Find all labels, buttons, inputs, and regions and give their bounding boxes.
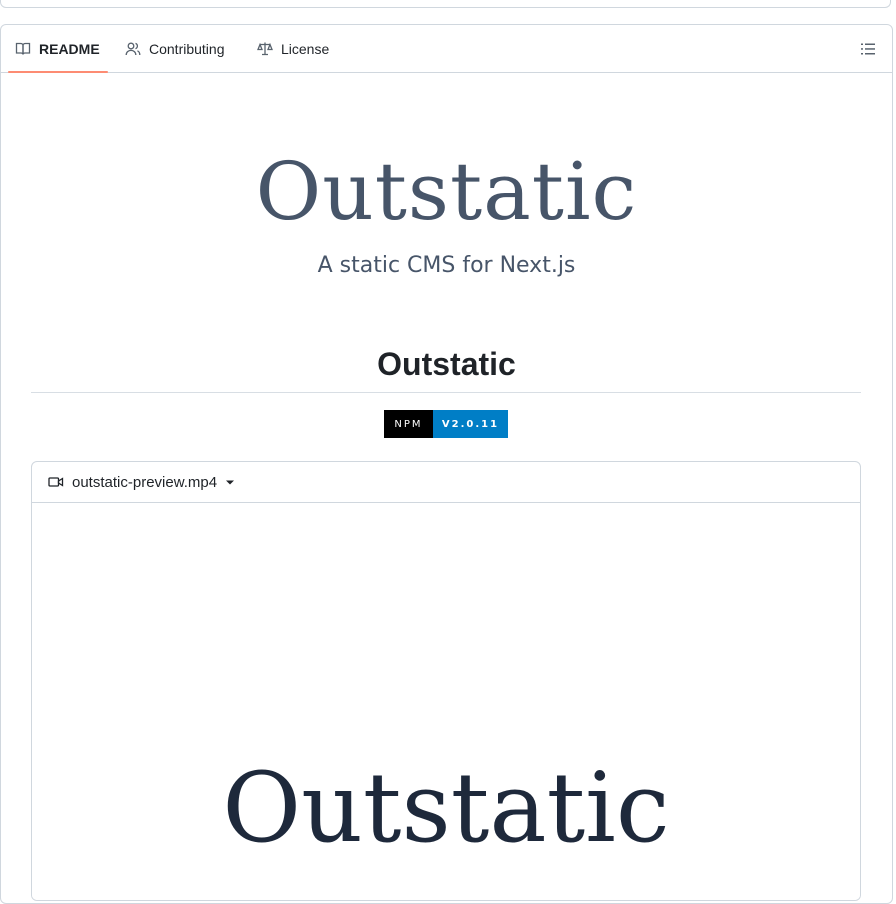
tab-license-label: License [281,41,330,57]
triangle-down-icon [226,480,235,485]
badge-label: NPM [384,410,433,438]
previous-panel-edge [0,0,891,8]
device-camera-video-icon [48,477,64,487]
npm-version-badge[interactable]: NPM V2.0.11 [384,410,508,438]
readme-heading: Outstatic [377,346,516,382]
tab-contributing[interactable]: Contributing [125,25,225,73]
book-icon [15,42,31,55]
tab-readme[interactable]: README [15,25,100,73]
video-frame-logo: Outstatic [222,752,670,864]
readme-tab-bar: README Contributing License [1,25,892,73]
tab-license[interactable]: License [257,25,329,73]
people-icon [125,42,141,56]
tab-readme-label: README [39,41,100,57]
badge-version: V2.0.11 [433,410,508,438]
video-player[interactable]: Outstatic [32,503,860,900]
video-filename: outstatic-preview.mp4 [72,473,218,491]
video-file-toggle[interactable]: outstatic-preview.mp4 [32,462,860,503]
heading-divider [31,392,861,393]
outstatic-logo-title: Outstatic [255,145,638,238]
law-icon [257,42,273,56]
tab-contributing-label: Contributing [149,41,225,57]
video-embed: outstatic-preview.mp4 Outstatic [31,461,861,901]
active-tab-indicator [8,71,108,73]
outstatic-logo-subtitle: A static CMS for Next.js [317,253,576,278]
list-unordered-icon[interactable] [860,41,876,57]
